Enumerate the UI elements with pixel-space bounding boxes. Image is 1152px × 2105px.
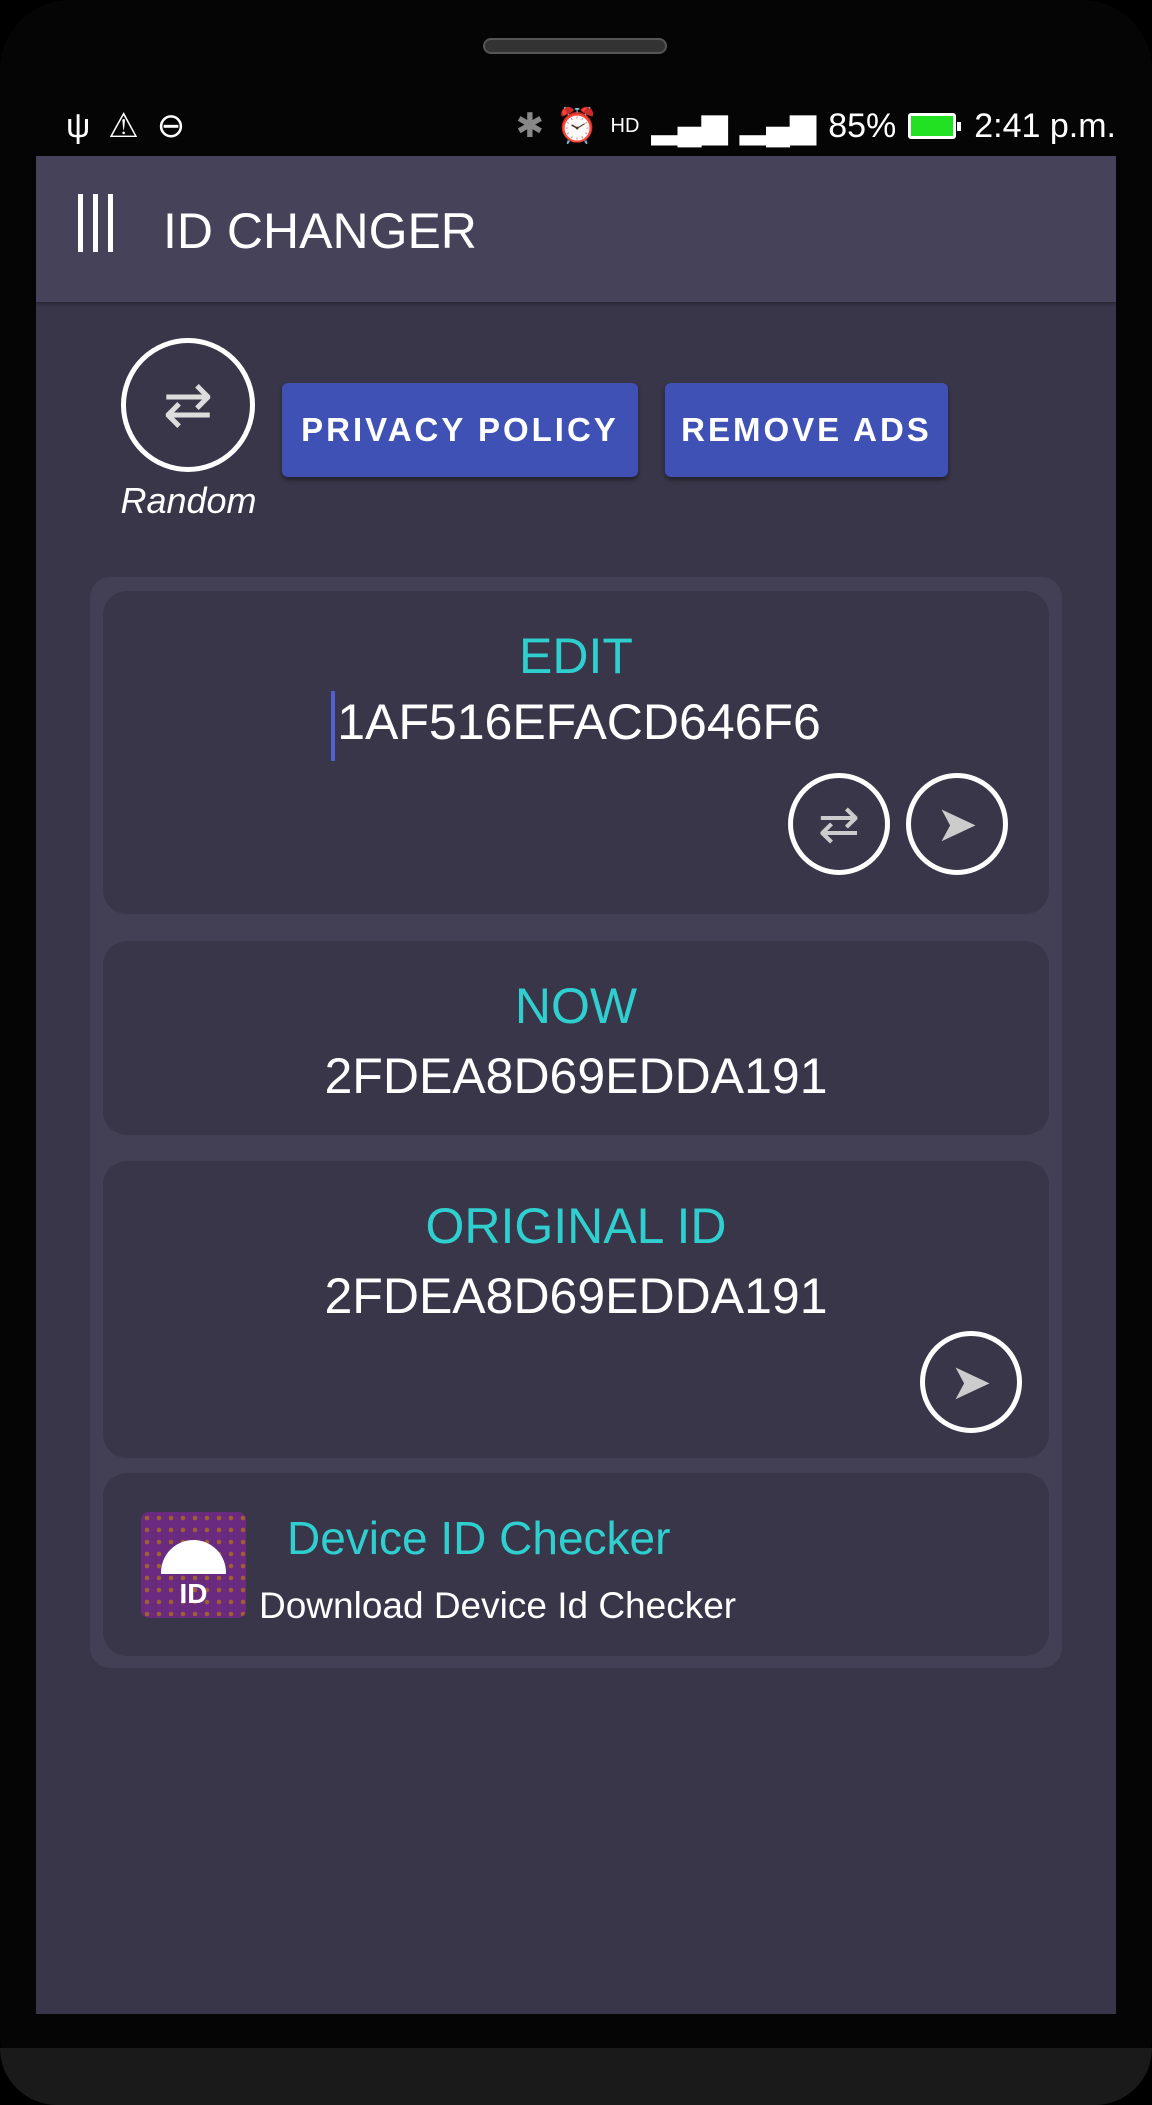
id-panel: EDIT 1AF516EFACD646F6 ⇄ ➤ NOW 2FDEA8D69E… (90, 577, 1062, 1668)
send-icon: ➤ (950, 1354, 992, 1410)
original-id-label: ORIGINAL ID (425, 1198, 727, 1254)
more-icon: ⊖ (156, 107, 186, 145)
clock: 2:41 p.m. (974, 106, 1116, 145)
apply-edit-button[interactable]: ➤ (906, 773, 1008, 875)
app-bar: ID CHANGER (36, 156, 1116, 302)
bluetooth-icon: ✱ (515, 107, 545, 145)
alarm-icon: ⏰ (556, 107, 599, 145)
phone-chin (0, 2048, 1152, 2105)
shuffle-icon: ⇄ (162, 371, 214, 438)
promo-title: Device ID Checker (287, 1512, 671, 1564)
send-icon: ➤ (936, 796, 978, 852)
app-icon-text: ID (179, 1578, 208, 1609)
signal-icon: ▂▄▆ (651, 107, 728, 145)
warning-icon: ⚠ (108, 107, 139, 145)
original-id-card: ORIGINAL ID 2FDEA8D69EDDA191 ➤ (103, 1161, 1049, 1458)
shuffle-id-button[interactable]: ⇄ (788, 773, 890, 875)
phone-frame: ψ ⚠ ⊖ ✱ ⏰ HD ▂▄▆ ▂▄▆ 85% 2:41 p.m. ID CH… (0, 0, 1152, 2105)
app-title: ID CHANGER (163, 203, 477, 259)
restore-original-button[interactable]: ➤ (920, 1331, 1022, 1433)
speaker-grille (483, 38, 667, 54)
edit-label: EDIT (519, 628, 633, 684)
device-id-checker-promo[interactable]: ID Device ID Checker Download Device Id … (103, 1473, 1049, 1656)
remove-ads-button[interactable]: REMOVE ADS (665, 383, 948, 477)
signal-icon-2: ▂▄▆ (739, 107, 817, 145)
now-id-value: 2FDEA8D69EDDA191 (324, 1048, 828, 1104)
promo-subtitle: Download Device Id Checker (259, 1585, 737, 1626)
random-button[interactable]: ⇄ (121, 338, 255, 472)
battery-icon (908, 113, 962, 139)
edit-card: EDIT 1AF516EFACD646F6 ⇄ ➤ (103, 591, 1049, 914)
status-bar: ψ ⚠ ⊖ ✱ ⏰ HD ▂▄▆ ▂▄▆ 85% 2:41 p.m. (36, 100, 1116, 150)
usb-icon: ψ (66, 106, 91, 145)
random-label: Random (120, 480, 257, 521)
device-id-checker-app-icon: ID (141, 1512, 246, 1618)
app-screen: ID CHANGER ⇄ Random PRIVACY POLICY REMOV… (36, 156, 1116, 2014)
battery-percent: 85% (828, 106, 897, 145)
edit-id-input[interactable]: 1AF516EFACD646F6 (103, 691, 1049, 761)
menu-icon[interactable] (78, 194, 122, 252)
now-label: NOW (514, 978, 638, 1034)
shuffle-icon: ⇄ (818, 796, 860, 852)
original-id-value: 2FDEA8D69EDDA191 (324, 1268, 828, 1324)
hd-call-icon: HD (610, 114, 640, 137)
privacy-policy-button[interactable]: PRIVACY POLICY (282, 383, 638, 477)
android-icon (161, 1540, 226, 1574)
edit-id-value: 1AF516EFACD646F6 (337, 694, 821, 751)
now-card: NOW 2FDEA8D69EDDA191 (103, 941, 1049, 1135)
